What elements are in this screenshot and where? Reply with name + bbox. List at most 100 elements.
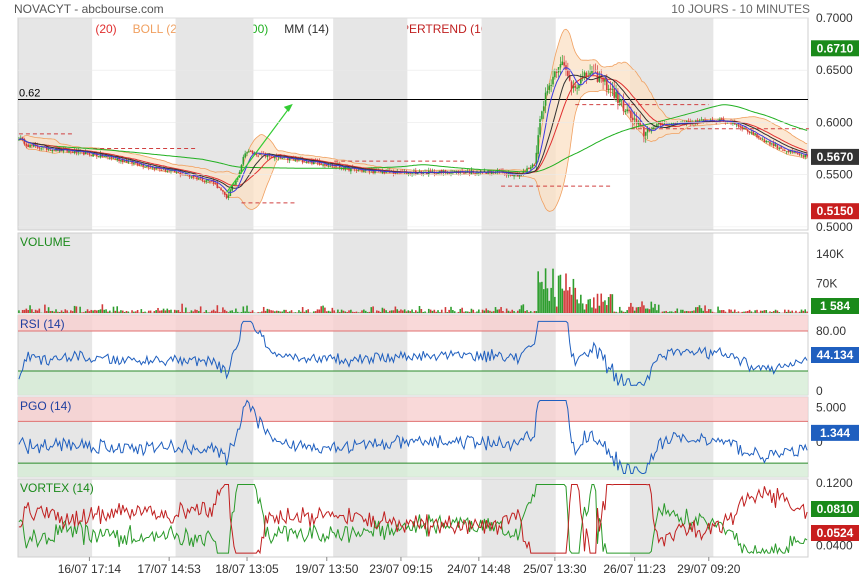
volume-bar xyxy=(26,309,28,313)
volume-bar xyxy=(96,310,98,313)
volume-bar xyxy=(115,311,117,313)
volume-bar xyxy=(339,312,341,313)
volume-bar xyxy=(686,311,688,313)
volume-bar xyxy=(142,312,144,313)
volume-bar xyxy=(320,306,322,313)
volume-bar xyxy=(543,289,545,313)
volume-bar xyxy=(85,311,87,313)
volume-bar xyxy=(66,310,68,313)
volume-bar xyxy=(281,312,283,313)
volume-bar xyxy=(276,311,278,313)
candle-body xyxy=(541,111,543,119)
volume-bar xyxy=(183,312,185,313)
volume-bar xyxy=(274,311,276,313)
volume-bar xyxy=(612,294,614,313)
volume-bar xyxy=(463,312,465,313)
volume-bar xyxy=(135,311,137,313)
candle-body xyxy=(252,151,254,154)
volume-bar xyxy=(567,290,569,313)
volume-bar xyxy=(597,294,599,313)
volume-bar xyxy=(220,312,222,313)
volume-bar xyxy=(576,299,578,313)
candle-body xyxy=(591,71,593,74)
candle-body xyxy=(324,164,326,165)
candle-body xyxy=(563,62,565,65)
volume-bar xyxy=(100,309,102,313)
volume-bar xyxy=(191,310,193,313)
volume-bar xyxy=(606,305,608,313)
volume-bar xyxy=(565,273,567,313)
candle-body xyxy=(109,158,111,159)
volume-bar xyxy=(170,310,172,313)
volume-bar xyxy=(70,310,72,313)
candle-body xyxy=(632,118,634,120)
volume-bar xyxy=(441,310,443,313)
volume-bar xyxy=(59,312,61,313)
volume-bar xyxy=(294,312,296,313)
volume-bar xyxy=(198,311,200,313)
candle-body xyxy=(243,157,245,165)
volume-bar xyxy=(508,311,510,313)
volume-bar xyxy=(623,312,625,313)
volume-bar xyxy=(237,312,239,313)
volume-bar xyxy=(619,307,621,313)
candle-body xyxy=(250,151,252,152)
volume-bar xyxy=(465,311,467,313)
volume-bar xyxy=(141,309,143,313)
volume-bar xyxy=(289,311,291,313)
candle-body xyxy=(52,150,54,151)
candle-body xyxy=(513,175,515,176)
candle-body xyxy=(606,80,608,90)
volume-bar xyxy=(485,308,487,313)
volume-bar xyxy=(448,310,450,313)
volume-bar xyxy=(587,300,589,313)
volume-bar xyxy=(406,311,408,313)
volume-bar xyxy=(751,311,753,313)
volume-bar xyxy=(356,312,358,313)
candle-body xyxy=(754,133,756,134)
volume-bar xyxy=(459,309,461,313)
volume-bar xyxy=(610,294,612,313)
candle-body xyxy=(643,127,645,137)
volume-bar xyxy=(769,311,771,313)
candle-body xyxy=(178,172,180,173)
candle-body xyxy=(116,158,118,160)
volume-bar xyxy=(693,310,695,313)
volume-bar xyxy=(409,311,411,313)
volume-bar xyxy=(728,309,730,313)
volume-bar xyxy=(333,310,335,313)
volume-bar xyxy=(408,310,410,313)
candle-body xyxy=(625,111,627,112)
candle-body xyxy=(141,164,143,165)
volume-bar xyxy=(658,305,660,313)
candle-body xyxy=(652,127,654,129)
timeframe-label: 10 JOURS - 10 MINUTES xyxy=(671,2,810,16)
volume-tick-label: 140K xyxy=(816,247,844,261)
volume-bar xyxy=(33,312,35,313)
volume-bar xyxy=(113,307,115,313)
candle-body xyxy=(775,144,777,146)
volume-bar xyxy=(133,312,135,313)
volume-bar xyxy=(580,295,582,313)
volume-bar xyxy=(643,305,645,313)
candle-body xyxy=(270,157,272,158)
volume-bar xyxy=(176,310,178,313)
candle-body xyxy=(228,195,230,198)
price-tick-label: 0.6000 xyxy=(816,115,853,129)
candle-body xyxy=(395,173,397,174)
x-tick-label: 25/07 13:30 xyxy=(523,562,587,576)
volume-bar xyxy=(27,310,29,313)
rsi-oversold-zone xyxy=(18,371,808,395)
volume-bar xyxy=(322,306,324,313)
volume-bar xyxy=(756,310,758,313)
volume-bar xyxy=(307,309,309,313)
volume-bar xyxy=(534,311,536,313)
volume-bar xyxy=(187,312,189,313)
volume-bar xyxy=(704,305,706,313)
price-tick-label: 0.6500 xyxy=(816,63,853,77)
volume-bar xyxy=(357,312,359,313)
candle-body xyxy=(176,172,178,173)
price-tick-label: 0.7000 xyxy=(816,11,853,25)
volume-bar xyxy=(469,312,471,313)
candle-body xyxy=(463,173,465,174)
